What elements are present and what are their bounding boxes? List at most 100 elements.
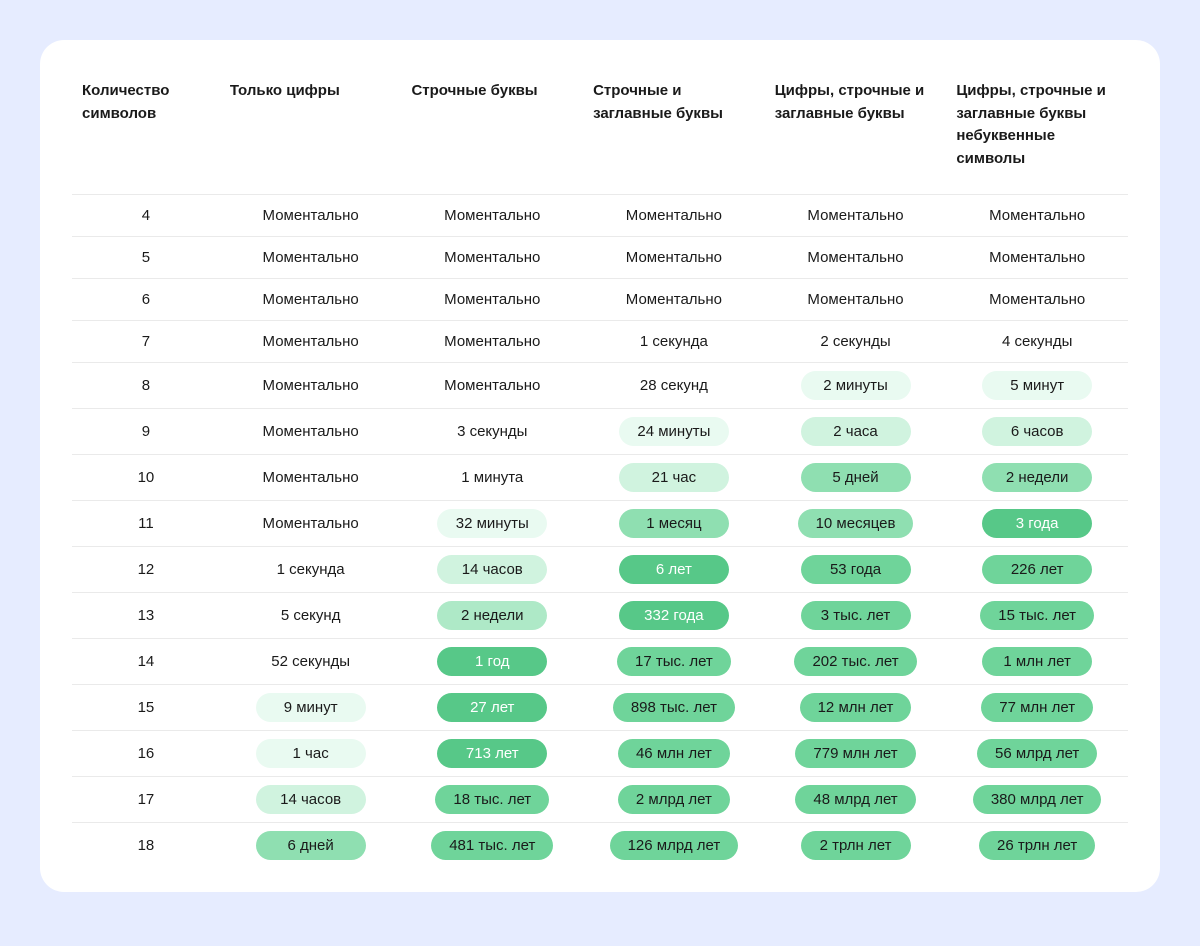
time-pill: 380 млрд лет [973, 785, 1102, 814]
cell-symbol-count: 11 [72, 501, 220, 547]
time-pill: 46 млн лет [618, 739, 730, 768]
time-pill: 6 часов [982, 417, 1092, 446]
cell-time: 21 час [583, 455, 765, 501]
cell-time: Моментально [220, 279, 402, 321]
cell-symbol-count: 12 [72, 547, 220, 593]
cell-time: Моментально [401, 321, 583, 363]
cell-time: Моментально [946, 279, 1128, 321]
cell-time: 898 тыс. лет [583, 685, 765, 731]
cell-time: 17 тыс. лет [583, 639, 765, 685]
time-pill: 1 месяц [619, 509, 729, 538]
time-pill: 6 дней [256, 831, 366, 860]
time-pill: 2 минуты [801, 371, 911, 400]
cell-time: 380 млрд лет [946, 777, 1128, 823]
cell-symbol-count: 9 [72, 409, 220, 455]
cell-symbol-count: 7 [72, 321, 220, 363]
table-row: 10Моментально1 минута21 час5 дней2 недел… [72, 455, 1128, 501]
table-row: 121 секунда14 часов6 лет53 года226 лет [72, 547, 1128, 593]
cell-time: 18 тыс. лет [401, 777, 583, 823]
cell-time: Моментально [946, 237, 1128, 279]
time-pill: 56 млрд лет [977, 739, 1097, 768]
time-pill: 9 минут [256, 693, 366, 722]
cell-time: 126 млрд лет [583, 823, 765, 869]
time-pill: 126 млрд лет [610, 831, 739, 860]
cell-time: 226 лет [946, 547, 1128, 593]
cell-time: 5 секунд [220, 593, 402, 639]
cell-time: 6 лет [583, 547, 765, 593]
time-pill: 21 час [619, 463, 729, 492]
table-row: 4МоментальноМоментальноМоментальноМомент… [72, 195, 1128, 237]
cell-time: 48 млрд лет [765, 777, 947, 823]
cell-time: Моментально [401, 195, 583, 237]
cell-time: 12 млн лет [765, 685, 947, 731]
time-pill: 14 часов [437, 555, 547, 584]
cell-time: Моментально [220, 455, 402, 501]
time-pill: 1 млн лет [982, 647, 1092, 676]
cell-time: 14 часов [220, 777, 402, 823]
cell-time: 1 млн лет [946, 639, 1128, 685]
time-pill: 332 года [619, 601, 729, 630]
col-header-symbols: Количество символов [72, 72, 220, 195]
col-header-digits: Только цифры [220, 72, 402, 195]
time-pill: 17 тыс. лет [617, 647, 731, 676]
cell-symbol-count: 17 [72, 777, 220, 823]
cell-time: Моментально [401, 237, 583, 279]
table-row: 186 дней481 тыс. лет126 млрд лет2 трлн л… [72, 823, 1128, 869]
cell-symbol-count: 5 [72, 237, 220, 279]
col-header-alnum: Цифры, строчные и заглавные буквы [765, 72, 947, 195]
cell-time: 1 час [220, 731, 402, 777]
time-pill: 18 тыс. лет [435, 785, 549, 814]
time-pill: 12 млн лет [800, 693, 912, 722]
cell-time: 2 недели [946, 455, 1128, 501]
cell-time: 77 млн лет [946, 685, 1128, 731]
time-pill: 27 лет [437, 693, 547, 722]
cell-time: 6 дней [220, 823, 402, 869]
cell-time: Моментально [220, 195, 402, 237]
cell-time: 3 года [946, 501, 1128, 547]
cell-symbol-count: 18 [72, 823, 220, 869]
cell-symbol-count: 16 [72, 731, 220, 777]
time-pill: 1 год [437, 647, 547, 676]
time-pill: 3 тыс. лет [801, 601, 911, 630]
cell-time: 56 млрд лет [946, 731, 1128, 777]
table-row: 159 минут27 лет898 тыс. лет12 млн лет77 … [72, 685, 1128, 731]
time-pill: 24 минуты [619, 417, 729, 446]
table-row: 6МоментальноМоментальноМоментальноМомент… [72, 279, 1128, 321]
cell-time: 53 года [765, 547, 947, 593]
cell-time: 5 дней [765, 455, 947, 501]
cell-time: 52 секунды [220, 639, 402, 685]
time-pill: 6 лет [619, 555, 729, 584]
col-header-lowercase: Строчные буквы [401, 72, 583, 195]
time-pill: 53 года [801, 555, 911, 584]
cell-symbol-count: 6 [72, 279, 220, 321]
cell-time: Моментально [583, 237, 765, 279]
cell-time: Моментально [583, 195, 765, 237]
table-row: 161 час713 лет46 млн лет779 млн лет56 мл… [72, 731, 1128, 777]
time-pill: 10 месяцев [798, 509, 914, 538]
cell-time: Моментально [401, 279, 583, 321]
cell-time: Моментально [946, 195, 1128, 237]
cell-time: 14 часов [401, 547, 583, 593]
table-header: Количество символов Только цифры Строчны… [72, 72, 1128, 195]
table-body: 4МоментальноМоментальноМоментальноМомент… [72, 195, 1128, 869]
cell-time: 2 секунды [765, 321, 947, 363]
cell-time: 3 тыс. лет [765, 593, 947, 639]
table-row: 8МоментальноМоментально28 секунд2 минуты… [72, 363, 1128, 409]
table-row: 1714 часов18 тыс. лет2 млрд лет48 млрд л… [72, 777, 1128, 823]
cell-time: 332 года [583, 593, 765, 639]
time-pill: 15 тыс. лет [980, 601, 1094, 630]
cell-time: 481 тыс. лет [401, 823, 583, 869]
cell-time: 1 месяц [583, 501, 765, 547]
cell-time: 2 недели [401, 593, 583, 639]
cell-time: Моментально [765, 237, 947, 279]
cell-time: Моментально [220, 501, 402, 547]
password-crack-time-card: Количество символов Только цифры Строчны… [40, 40, 1160, 892]
time-pill: 14 часов [256, 785, 366, 814]
col-header-mixedcase: Строчные и заглавные буквы [583, 72, 765, 195]
cell-time: 28 секунд [583, 363, 765, 409]
cell-time: Моментально [220, 237, 402, 279]
cell-time: 15 тыс. лет [946, 593, 1128, 639]
table-row: 11Моментально32 минуты1 месяц10 месяцев3… [72, 501, 1128, 547]
time-pill: 5 дней [801, 463, 911, 492]
cell-time: 27 лет [401, 685, 583, 731]
